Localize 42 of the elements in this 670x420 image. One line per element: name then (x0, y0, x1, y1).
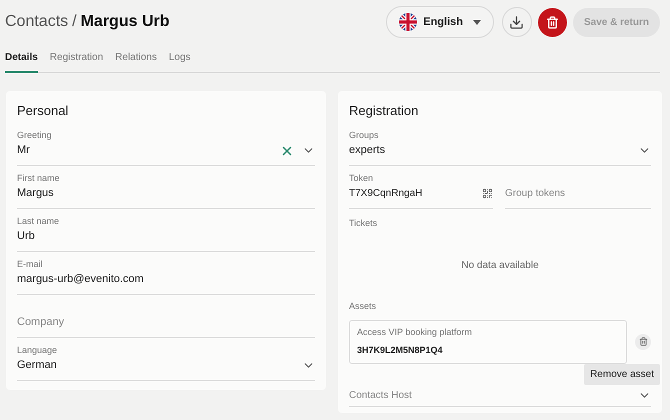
field-label: First name (17, 172, 61, 184)
field-label: E-mail (17, 258, 44, 270)
field-label: Language (17, 344, 58, 356)
trash-icon (546, 16, 559, 28)
input-field[interactable]: Company (17, 314, 315, 331)
asset-name: Access VIP booking platform (357, 326, 473, 339)
input-field[interactable]: Margus (17, 185, 315, 202)
field-label: Assets (349, 300, 378, 313)
trash-icon (638, 337, 648, 346)
asset-code: 3H7K9L2M5N8P1Q4 (357, 344, 444, 357)
field-label: Greeting (17, 128, 53, 140)
field-label: Last name (17, 214, 60, 226)
download-button[interactable] (502, 7, 532, 37)
select-field[interactable]: Mr (17, 142, 280, 159)
qr-code-icon[interactable] (482, 188, 493, 199)
field-label: Token (349, 172, 374, 184)
select-field[interactable]: German (17, 357, 302, 374)
page-title: Margus Urb (80, 12, 170, 32)
breadcrumb-link[interactable]: Contacts (5, 10, 68, 34)
tooltip: Remove asset (584, 364, 660, 384)
field-label: Groups (349, 128, 380, 140)
card-title: Personal (17, 102, 70, 120)
input-field[interactable]: Urb (17, 228, 315, 245)
remove-asset-button[interactable] (635, 334, 651, 350)
select-field[interactable]: Contacts Host (349, 388, 638, 402)
language-button[interactable]: English (386, 6, 494, 38)
tab[interactable]: Relations (115, 50, 157, 73)
input-field[interactable]: margus-urb@evenito.com (17, 271, 315, 288)
input-field[interactable]: T7X9CqnRngaH (349, 186, 482, 201)
tab[interactable]: Details (5, 50, 38, 73)
card-title: Registration (349, 102, 420, 120)
breadcrumb-separator: / (72, 12, 77, 32)
tab[interactable]: Logs (168, 50, 191, 73)
field-label: Tickets (349, 216, 378, 230)
download-icon (509, 14, 524, 30)
input-field[interactable]: Group tokens (505, 184, 651, 204)
delete-button[interactable] (538, 8, 567, 36)
caret-icon (472, 20, 481, 24)
flag-icon (399, 13, 418, 31)
empty-message: No data available (461, 258, 539, 272)
select-field[interactable]: experts (349, 142, 638, 159)
tab[interactable]: Registration (50, 50, 104, 73)
